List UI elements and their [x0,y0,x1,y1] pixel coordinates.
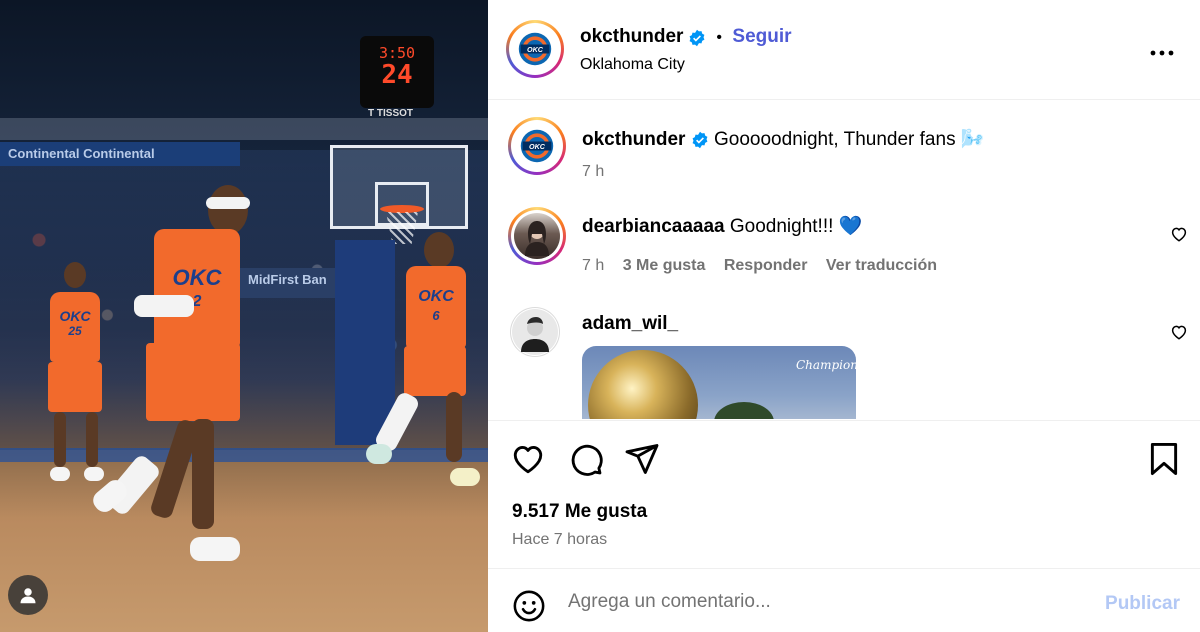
caption-row: OKC okcthunder Gooooodnight, Thunder fan… [508,117,1188,197]
reply-button[interactable]: Responder [724,257,808,274]
jersey-text: OKC [418,288,454,305]
post-timestamp[interactable]: Hace 7 horas [512,531,607,549]
jersey-text: OKC [172,265,222,290]
jersey-text: OKC [59,308,91,324]
comment-item: dearbiancaaaaa Goodnight!!! 💙 7 h 3 Me g… [508,207,1188,287]
comment-input[interactable] [568,589,1068,615]
comment-likes[interactable]: 3 Me gusta [623,257,706,274]
comment-username[interactable]: dearbiancaaaaa [582,216,725,237]
separator-dot: • [716,29,722,46]
publish-button[interactable]: Publicar [1105,593,1180,615]
add-comment-bar: Publicar [488,568,1200,632]
svg-text:OKC: OKC [527,45,544,54]
share-paper-plane-icon[interactable] [624,441,660,477]
trophy-ball [588,350,698,419]
jersey-number: 25 [68,324,82,338]
post-side-panel: OKC okcthunder • Seguir Oklahoma City OK… [488,0,1200,632]
shot-clock-value: 24 [381,60,413,90]
shot-clock: 3:50 24 [360,36,434,108]
commenter-avatar[interactable] [510,307,560,357]
post-header: OKC okcthunder • Seguir Oklahoma City [488,0,1200,100]
okc-thunder-logo-icon: OKC [520,129,554,163]
comments-list[interactable]: OKC okcthunder Gooooodnight, Thunder fan… [488,101,1200,419]
jersey-number: 6 [432,308,440,323]
post-photo[interactable]: Continental Continental MidFirst Ban 3:5… [0,0,488,632]
svg-text:OKC: OKC [529,142,546,151]
commenter-avatar[interactable] [508,207,566,265]
caption-time[interactable]: 7 h [582,163,604,180]
post-location[interactable]: Oklahoma City [580,56,685,74]
sponsor-banner-text: Continental Continental [8,146,155,161]
translate-button[interactable]: Ver traducción [826,257,937,274]
like-heart-icon[interactable] [510,441,546,477]
player-left: OKC 25 [40,262,110,492]
comment-bubble-icon[interactable] [568,441,604,477]
player-center: OKC 2 [89,185,260,575]
caption-text: Gooooodnight, Thunder fans 🌬️ [714,129,985,150]
sponsor-banner-continental: Continental Continental [0,142,240,166]
okc-thunder-logo-icon: OKC [518,32,552,66]
shot-clock-time: 3:50 [378,44,416,62]
champions-watermark: Champions [796,358,856,372]
comment-like-heart-icon[interactable] [1170,323,1188,341]
save-bookmark-icon[interactable] [1148,441,1180,477]
like-count[interactable]: 9.517 Me gusta [512,501,647,523]
player-right: OKC 6 [366,232,486,492]
arena-upper-banner [0,118,488,140]
tissot-logo: T TISSOT [368,108,413,119]
post-actions: 9.517 Me gusta Hace 7 horas [488,420,1200,568]
basketball-rim [380,205,424,213]
person-icon [20,588,36,604]
more-options-icon[interactable] [1150,36,1174,62]
verified-badge-icon [689,29,705,47]
emoji-picker-icon[interactable] [512,589,546,623]
author-avatar[interactable]: OKC [508,117,566,175]
author-avatar[interactable]: OKC [506,20,564,78]
tree-silhouette [714,402,774,419]
comment-time[interactable]: 7 h [582,257,604,274]
follow-button[interactable]: Seguir [732,26,791,47]
profile-photo-icon [521,317,549,352]
caption-username[interactable]: okcthunder [582,129,685,150]
verified-badge-icon [692,131,708,149]
user-tags-button[interactable] [8,575,48,615]
comment-like-heart-icon[interactable] [1170,225,1188,243]
comment-username[interactable]: adam_wil_ [582,313,678,334]
comment-image[interactable]: Champions [582,346,856,419]
profile-photo-icon [525,221,549,256]
author-username[interactable]: okcthunder [580,26,683,47]
comment-text: Goodnight!!! 💙 [729,216,863,237]
